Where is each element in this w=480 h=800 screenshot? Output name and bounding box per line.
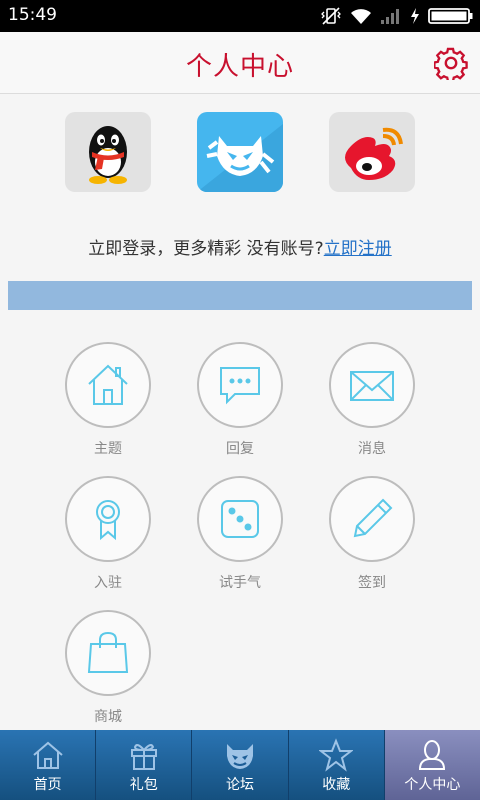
bottom-tab-bar: 首页 礼包 论坛 收藏 个人中心: [0, 730, 480, 800]
weibo-login-button[interactable]: [329, 112, 415, 192]
menu-item-circle: [329, 342, 415, 428]
menu-item-label: 主题: [94, 441, 122, 457]
star-icon: [319, 738, 354, 772]
qq-penguin-icon: [89, 126, 127, 184]
app-login-button[interactable]: [197, 112, 283, 192]
menu-item-circle: [65, 342, 151, 428]
gift-icon: [130, 744, 157, 770]
header-bar: 个人中心: [0, 32, 480, 94]
dice-icon: [221, 500, 259, 538]
menu-item-label: 入驻: [94, 575, 122, 591]
mascot-logo-icon: [197, 124, 283, 192]
menu-item-circle: [329, 476, 415, 562]
menu-item-circle: [197, 342, 283, 428]
menu-item-mall[interactable]: 商城: [53, 610, 163, 726]
person-icon: [419, 740, 446, 770]
vibrate-mute-icon: [321, 7, 341, 25]
menu-item-label: 商城: [94, 709, 122, 725]
menu-item-circle: [65, 476, 151, 562]
menu-item-reply[interactable]: 回复: [185, 342, 295, 458]
qq-login-button[interactable]: [65, 112, 151, 192]
chat-bubble-icon: [220, 367, 260, 405]
menu-item-label: 试手气: [219, 575, 261, 591]
menu-item-circle: [197, 476, 283, 562]
menu-item-label: 消息: [358, 441, 386, 457]
tab-label: 收藏: [322, 777, 351, 793]
mascot-icon: [227, 744, 253, 769]
menu-item-label: 签到: [358, 575, 386, 591]
tab-label: 礼包: [129, 777, 158, 793]
status-bar: 15:49: [0, 0, 480, 32]
status-icons: [320, 4, 474, 28]
menu-item-circle: [65, 610, 151, 696]
shopping-bag-icon: [87, 631, 129, 673]
tab-label: 论坛: [226, 777, 254, 793]
menu-item-theme[interactable]: 主题: [53, 342, 163, 458]
banner-strip: [8, 281, 472, 310]
menu-item-settle[interactable]: 入驻: [53, 476, 163, 592]
menu-item-label: 回复: [226, 441, 254, 457]
home-icon: [32, 741, 63, 769]
signal-icon: [381, 9, 399, 24]
status-time: 15:49: [8, 5, 57, 25]
envelope-icon: [350, 371, 394, 401]
tab-label: 首页: [33, 777, 62, 793]
login-prompt-text: 立即登录，更多精彩 没有账号?: [88, 239, 324, 259]
pencil-icon: [353, 498, 393, 538]
settings-gear-icon[interactable]: [434, 46, 468, 80]
tab-home[interactable]: 首页: [0, 730, 97, 800]
menu-item-message[interactable]: 消息: [317, 342, 427, 458]
charging-icon: [411, 8, 419, 24]
wifi-icon: [351, 9, 371, 24]
login-prompt: 立即登录，更多精彩 没有账号?立即注册: [0, 234, 480, 259]
tab-gift[interactable]: 礼包: [96, 730, 193, 800]
menu-item-luck[interactable]: 试手气: [185, 476, 295, 592]
menu-item-checkin[interactable]: 签到: [317, 476, 427, 592]
tab-profile[interactable]: 个人中心: [384, 730, 480, 800]
home-icon: [88, 364, 128, 405]
battery-icon: [428, 8, 473, 24]
weibo-icon: [345, 127, 403, 180]
tab-label: 个人中心: [404, 777, 461, 793]
tab-forum[interactable]: 论坛: [192, 730, 289, 800]
page-title: 个人中心: [185, 52, 294, 82]
register-link[interactable]: 立即注册: [324, 239, 392, 259]
ribbon-badge-icon: [96, 500, 120, 541]
login-providers: [0, 112, 480, 194]
tab-favorites[interactable]: 收藏: [288, 730, 385, 800]
